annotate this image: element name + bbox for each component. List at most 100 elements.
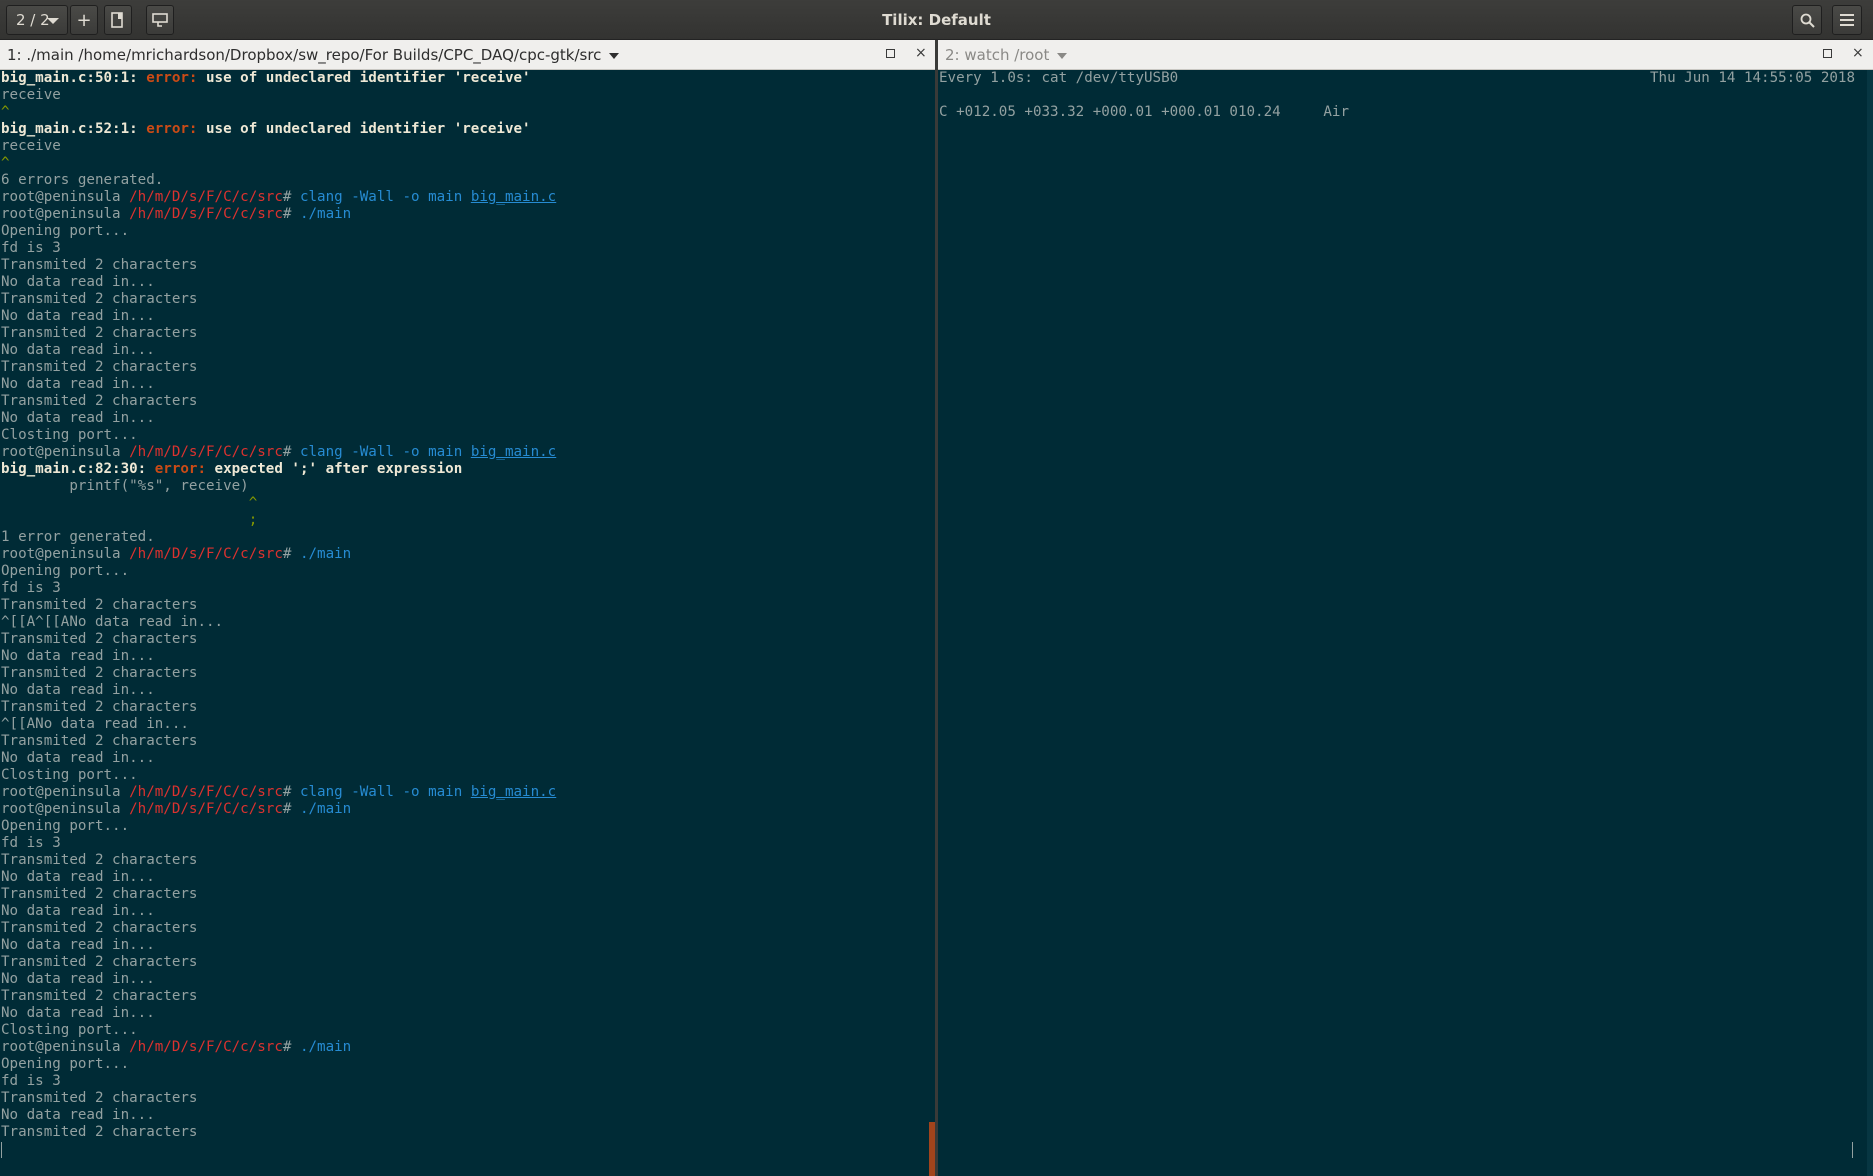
terminal-line: Opening port... — [1, 223, 556, 240]
output-text: fd is 3 — [1, 240, 61, 256]
command-args: -Wall -o main — [342, 444, 471, 460]
terminal-line: No data read in... — [1, 682, 556, 699]
terminal-line: 6 errors generated. — [1, 172, 556, 189]
output-text: No data read in... — [1, 342, 155, 358]
plus-icon: + — [76, 9, 92, 31]
output-text: receive — [1, 138, 61, 154]
error-message: expected ';' after expression — [214, 461, 463, 477]
terminal-2-titlebar: 2: watch /root × — [938, 40, 1873, 70]
command-name: clang — [299, 784, 343, 800]
terminal-1-title-menu[interactable]: 1: ./main /home/mrichardson/Dropbox/sw_r… — [7, 46, 620, 64]
error-caret: ^ — [1, 104, 10, 120]
terminal-2-output[interactable]: Every 1.0s: cat /dev/ttyUSB0 Thu Jun 14 … — [938, 70, 1873, 1176]
output-text: Transmited 2 characters — [1, 325, 198, 341]
terminal-pane-1: 1: ./main /home/mrichardson/Dropbox/sw_r… — [0, 40, 935, 1176]
terminal-1-output[interactable]: big_main.c:50:1: error: use of undeclare… — [0, 70, 935, 1176]
command-name: clang — [299, 444, 343, 460]
close-icon[interactable]: × — [915, 45, 927, 61]
prompt-path: /h/m/D/s/F/C/c/src — [129, 784, 283, 800]
output-text: Transmited 2 characters — [1, 699, 198, 715]
terminal-line: fd is 3 — [1, 835, 556, 852]
terminal-line: Transmited 2 characters — [1, 597, 556, 614]
terminal-line: root@peninsula /h/m/D/s/F/C/c/src# clang… — [1, 784, 556, 801]
window-title-container: Tilix: Default — [0, 0, 1873, 40]
output-text: Opening port... — [1, 223, 130, 239]
output-text: Opening port... — [1, 563, 130, 579]
session-switcher[interactable]: 2 / 2 — [6, 5, 68, 35]
output-text: 1 error generated. — [1, 529, 155, 545]
terminal-line: root@peninsula /h/m/D/s/F/C/c/src# clang… — [1, 189, 556, 206]
terminal-line: Transmited 2 characters — [1, 359, 556, 376]
scrollbar-track[interactable] — [1867, 70, 1873, 1176]
prompt-path: /h/m/D/s/F/C/c/src — [129, 206, 283, 222]
terminal-line: No data read in... — [1, 410, 556, 427]
terminal-line: ^[[ANo data read in... — [1, 716, 556, 733]
output-text: No data read in... — [1, 682, 155, 698]
command-name: ./main — [299, 206, 352, 222]
prompt-symbol: # — [282, 546, 300, 562]
output-text: Transmited 2 characters — [1, 920, 198, 936]
output-text: Transmited 2 characters — [1, 733, 198, 749]
output-text: ^[[ANo data read in... — [1, 716, 189, 732]
chevron-down-icon — [47, 18, 59, 24]
output-text: No data read in... — [1, 648, 155, 664]
output-text: No data read in... — [1, 274, 155, 290]
watch-output: C +012.05 +033.32 +000.01 +000.01 010.24… — [939, 104, 1349, 120]
terminal-line: big_main.c:50:1: error: use of undeclare… — [1, 70, 556, 87]
chevron-down-icon — [1057, 52, 1068, 59]
split-icon — [111, 12, 123, 28]
output-text: fd is 3 — [1, 835, 61, 851]
terminal-line: Transmited 2 characters — [1, 1124, 556, 1141]
terminal-line: root@peninsula /h/m/D/s/F/C/c/src# ./mai… — [1, 546, 556, 563]
add-session-button[interactable]: + — [70, 5, 98, 35]
main-menu-button[interactable] — [1832, 5, 1862, 35]
terminal-line: receive — [1, 87, 556, 104]
prompt-symbol: # — [282, 784, 300, 800]
header-bar: 2 / 2 + Tilix: Default — [0, 0, 1873, 40]
sync-input-button[interactable] — [146, 5, 174, 35]
terminal-2-title-menu[interactable]: 2: watch /root — [945, 46, 1068, 64]
terminal-line: No data read in... — [1, 274, 556, 291]
output-text: Transmited 2 characters — [1, 954, 198, 970]
prompt-symbol: # — [282, 801, 300, 817]
close-icon[interactable]: × — [1852, 45, 1864, 61]
output-text: Transmited 2 characters — [1, 257, 198, 273]
prompt-user: root@peninsula — [1, 784, 130, 800]
terminal-line: Closting port... — [1, 1022, 556, 1039]
command-name: ./main — [299, 801, 352, 817]
error-location: big_main.c:52:1: — [1, 121, 147, 137]
terminal-line: Closting port... — [1, 427, 556, 444]
output-text: Transmited 2 characters — [1, 359, 198, 375]
window-title: Tilix: Default — [882, 11, 991, 29]
terminal-line: Transmited 2 characters — [1, 631, 556, 648]
output-text: No data read in... — [1, 750, 155, 766]
maximize-icon[interactable] — [886, 49, 895, 58]
find-button[interactable] — [1792, 5, 1822, 35]
command-name: ./main — [299, 1039, 352, 1055]
chevron-down-icon — [609, 52, 620, 59]
terminal-line: ^[[A^[[ANo data read in... — [1, 614, 556, 631]
terminal-line: No data read in... — [1, 971, 556, 988]
prompt-user: root@peninsula — [1, 206, 130, 222]
prompt-user: root@peninsula — [1, 1039, 130, 1055]
terminal-line: Transmited 2 characters — [1, 291, 556, 308]
terminal-line: root@peninsula /h/m/D/s/F/C/c/src# clang… — [1, 444, 556, 461]
terminal-line: No data read in... — [1, 869, 556, 886]
terminal-line: printf("%s", receive) — [1, 478, 556, 495]
add-terminal-button[interactable] — [104, 5, 132, 35]
output-text: Transmited 2 characters — [1, 597, 198, 613]
terminal-line: big_main.c:52:1: error: use of undeclare… — [1, 121, 556, 138]
terminal-line: No data read in... — [1, 1107, 556, 1124]
terminal-line: fd is 3 — [1, 580, 556, 597]
maximize-icon[interactable] — [1823, 49, 1832, 58]
output-text: Transmited 2 characters — [1, 631, 198, 647]
error-caret: ^ — [1, 155, 10, 171]
watch-header: Every 1.0s: cat /dev/ttyUSB0 Thu Jun 14 … — [939, 70, 1855, 87]
terminal-line: root@peninsula /h/m/D/s/F/C/c/src# ./mai… — [1, 1039, 556, 1056]
terminal-line: ^ — [1, 155, 556, 172]
terminal-line: Transmited 2 characters — [1, 988, 556, 1005]
error-message: use of undeclared identifier 'receive' — [206, 70, 531, 86]
watch-command: Every 1.0s: cat /dev/ttyUSB0 — [939, 70, 1179, 86]
output-text: Opening port... — [1, 818, 130, 834]
error-location: big_main.c:82:30: — [1, 461, 155, 477]
